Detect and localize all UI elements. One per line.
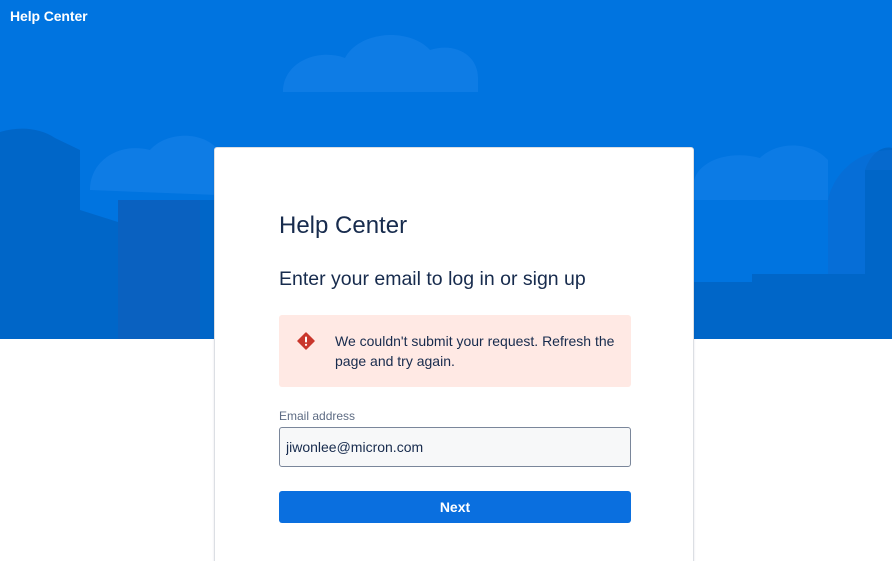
- card-title: Help Center: [279, 212, 408, 239]
- card-subtitle: Enter your email to log in or sign up: [279, 268, 586, 290]
- next-button[interactable]: Next: [279, 491, 631, 523]
- error-alert: We couldn't submit your request. Refresh…: [279, 315, 631, 387]
- header-brand-title[interactable]: Help Center: [10, 8, 88, 24]
- login-card: Help Center Enter your email to log in o…: [214, 147, 694, 561]
- email-field[interactable]: [279, 427, 631, 467]
- error-alert-message: We couldn't submit your request. Refresh…: [335, 333, 615, 369]
- warning-icon: [297, 332, 315, 350]
- email-label: Email address: [279, 409, 356, 423]
- help-center-login-page: Help Center Help Center Enter your email…: [0, 0, 892, 561]
